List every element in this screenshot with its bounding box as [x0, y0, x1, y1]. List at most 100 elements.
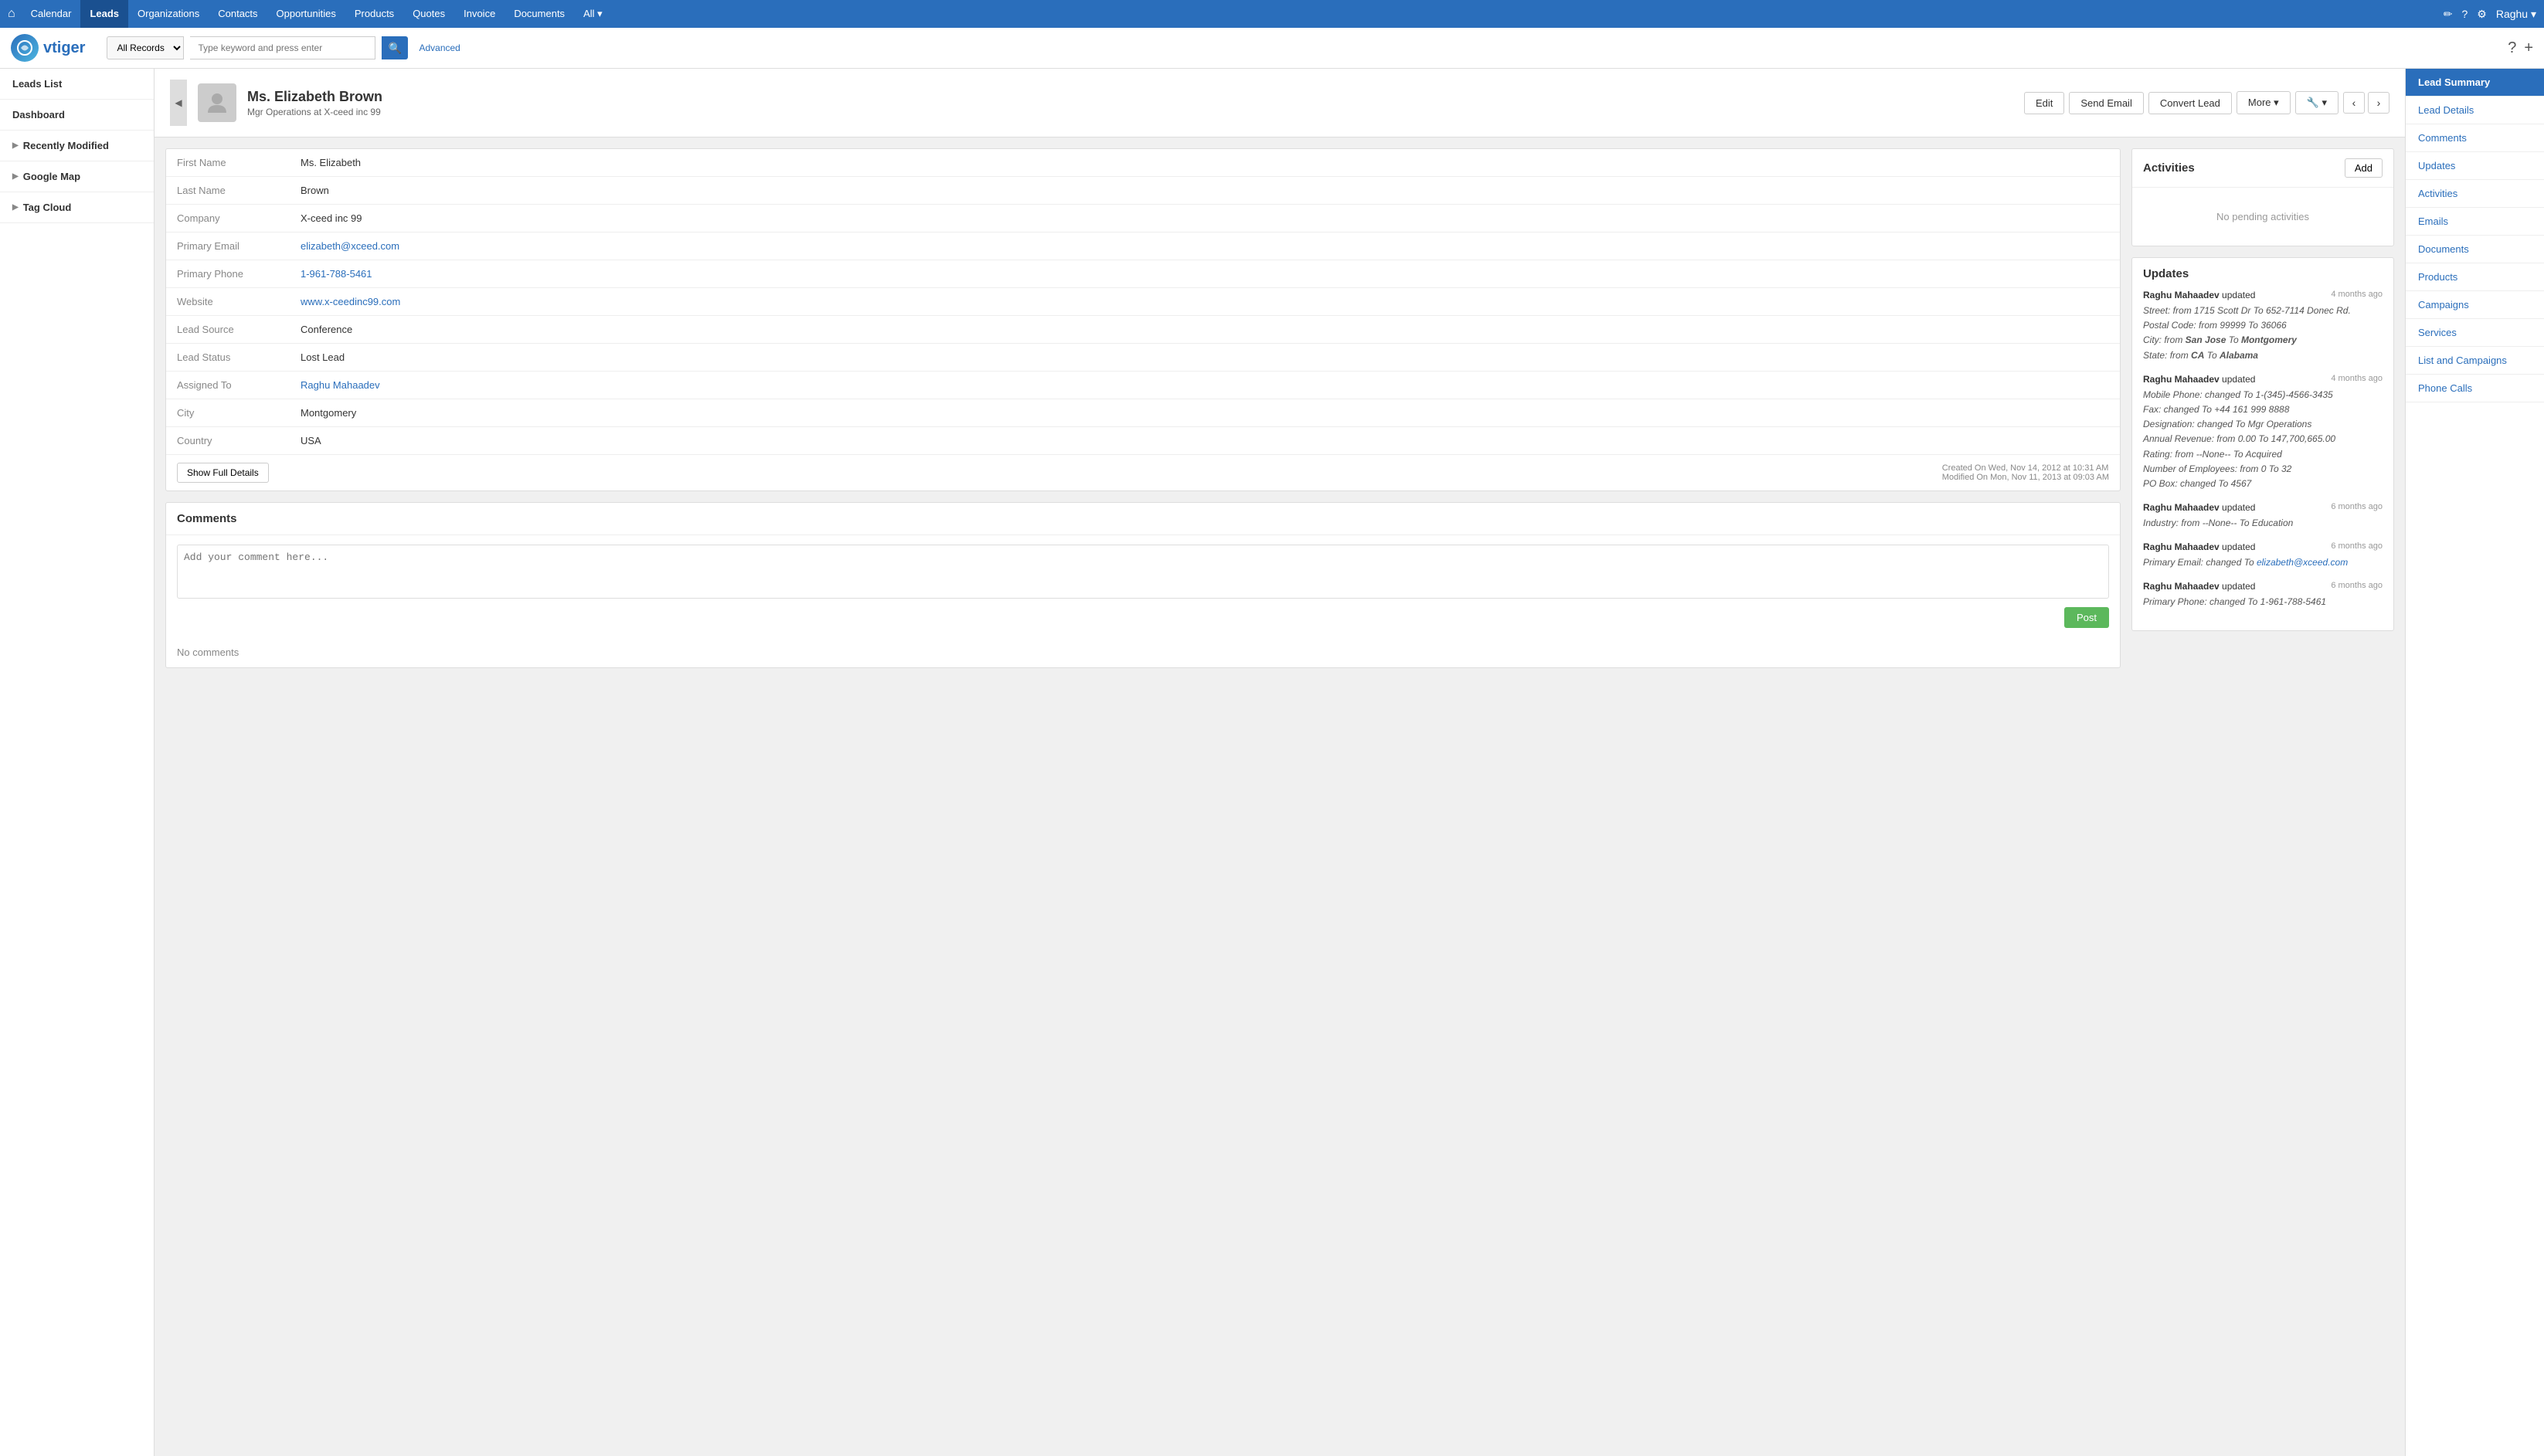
help-icon[interactable]: ? [2461, 8, 2468, 20]
field-label: Lead Status [166, 344, 290, 372]
lead-avatar [198, 83, 236, 122]
nav-item-contacts[interactable]: Contacts [209, 0, 267, 28]
update-action: updated [2222, 502, 2255, 513]
nav-item-calendar[interactable]: Calendar [22, 0, 81, 28]
nav-item-quotes[interactable]: Quotes [403, 0, 454, 28]
tools-button[interactable]: 🔧 ▾ [2295, 91, 2339, 114]
field-label: Last Name [166, 177, 290, 205]
add-activity-button[interactable]: Add [2345, 158, 2383, 178]
update-header: Raghu Mahaadev updated 4 months ago [2143, 290, 2383, 300]
user-menu[interactable]: Raghu ▾ [2496, 8, 2536, 21]
next-arrow[interactable]: › [2368, 92, 2389, 114]
field-label: Country [166, 427, 290, 455]
sidebar-item-tag-cloud[interactable]: ▶ Tag Cloud [0, 192, 154, 223]
update-detail: Primary Phone: changed To 1-961-788-5461 [2143, 595, 2383, 609]
sidebar-item-dashboard[interactable]: Dashboard [0, 100, 154, 131]
update-header: Raghu Mahaadev updated 6 months ago [2143, 581, 2383, 592]
nav-item-invoice[interactable]: Invoice [454, 0, 504, 28]
records-dropdown[interactable]: All Records [107, 36, 184, 59]
assigned-link[interactable]: Raghu Mahaadev [301, 379, 380, 391]
table-row: Company X-ceed inc 99 [166, 205, 2120, 232]
right-sidebar-item-emails[interactable]: Emails [2406, 208, 2544, 236]
no-activities-text: No pending activities [2132, 187, 2393, 246]
table-row: Lead Source Conference [166, 316, 2120, 344]
send-email-button[interactable]: Send Email [2069, 92, 2143, 114]
update-group-1: Raghu Mahaadev updated 4 months ago Stre… [2143, 290, 2383, 363]
logo: vtiger [11, 34, 85, 62]
update-detail: Mobile Phone: changed To 1-(345)-4566-34… [2143, 388, 2383, 491]
activities-header: Activities Add [2132, 149, 2393, 187]
update-detail: Street: from 1715 Scott Dr To 652-7114 D… [2143, 304, 2383, 363]
website-link[interactable]: www.x-ceedinc99.com [301, 296, 400, 307]
table-row: City Montgomery [166, 399, 2120, 427]
right-sidebar-item-comments[interactable]: Comments [2406, 124, 2544, 152]
modified-on: Modified On Mon, Nov 11, 2013 at 09:03 A… [1942, 473, 2109, 482]
show-full-details-button[interactable]: Show Full Details [177, 463, 269, 483]
convert-lead-button[interactable]: Convert Lead [2148, 92, 2232, 114]
phone-link[interactable]: 1-961-788-5461 [301, 268, 372, 280]
pencil-icon[interactable]: ✏ [2444, 8, 2453, 21]
more-button[interactable]: More ▾ [2237, 91, 2291, 114]
settings-icon[interactable]: ⚙ [2477, 8, 2487, 21]
nav-item-all[interactable]: All ▾ [574, 0, 612, 28]
update-time: 6 months ago [2331, 502, 2383, 513]
tag-cloud-label: Tag Cloud [23, 202, 72, 213]
right-sidebar-item-documents[interactable]: Documents [2406, 236, 2544, 263]
question-icon[interactable]: ? [2508, 39, 2516, 57]
right-sidebar-item-campaigns[interactable]: Campaigns [2406, 291, 2544, 319]
search-input[interactable] [190, 36, 375, 59]
arrow-icon: ▶ [12, 172, 19, 181]
search-button[interactable]: 🔍 [382, 36, 408, 59]
table-row: Country USA [166, 427, 2120, 455]
comment-area: Post [166, 535, 2120, 637]
nav-item-leads[interactable]: Leads [80, 0, 128, 28]
right-sidebar-item-lead-summary[interactable]: Lead Summary [2406, 69, 2544, 97]
right-sidebar-item-list-and-campaigns[interactable]: List and Campaigns [2406, 347, 2544, 375]
field-value-email[interactable]: elizabeth@xceed.com [290, 232, 2120, 260]
field-label: Assigned To [166, 372, 290, 399]
email-link[interactable]: elizabeth@xceed.com [301, 240, 399, 252]
field-value: Conference [290, 316, 2120, 344]
right-sidebar-item-activities[interactable]: Activities [2406, 180, 2544, 208]
right-sidebar: Lead Summary Lead Details Comments Updat… [2405, 69, 2544, 1456]
update-header: Raghu Mahaadev updated 6 months ago [2143, 502, 2383, 513]
nav-item-products[interactable]: Products [345, 0, 403, 28]
plus-icon[interactable]: + [2524, 39, 2533, 57]
details-table: First Name Ms. Elizabeth Last Name Brown… [166, 149, 2120, 454]
advanced-search-link[interactable]: Advanced [419, 42, 460, 53]
right-panel: Activities Add No pending activities Upd… [2131, 148, 2394, 668]
field-value-phone[interactable]: 1-961-788-5461 [290, 260, 2120, 288]
prev-arrow[interactable]: ‹ [2343, 92, 2365, 114]
sidebar-item-google-map[interactable]: ▶ Google Map [0, 161, 154, 192]
no-comments-text: No comments [166, 637, 2120, 667]
collapse-sidebar-button[interactable]: ◀ [170, 80, 187, 126]
leads-list-label: Leads List [12, 78, 62, 90]
updates-section: Updates Raghu Mahaadev updated 4 months … [2132, 258, 2393, 630]
right-sidebar-item-phone-calls[interactable]: Phone Calls [2406, 375, 2544, 402]
comment-textarea[interactable] [177, 545, 2109, 599]
nav-item-documents[interactable]: Documents [504, 0, 574, 28]
field-value-assigned[interactable]: Raghu Mahaadev [290, 372, 2120, 399]
right-sidebar-item-updates[interactable]: Updates [2406, 152, 2544, 180]
update-email-link[interactable]: elizabeth@xceed.com [2257, 557, 2348, 568]
right-sidebar-item-products[interactable]: Products [2406, 263, 2544, 291]
sidebar-item-leads-list[interactable]: Leads List [0, 69, 154, 100]
header-right-icons: ? + [2508, 39, 2533, 57]
right-sidebar-item-lead-details[interactable]: Lead Details [2406, 97, 2544, 124]
update-user: Raghu Mahaadev [2143, 374, 2220, 385]
edit-button[interactable]: Edit [2024, 92, 2064, 114]
update-header: Raghu Mahaadev updated 6 months ago [2143, 541, 2383, 552]
sidebar-item-recently-modified[interactable]: ▶ Recently Modified [0, 131, 154, 161]
table-row: Primary Phone 1-961-788-5461 [166, 260, 2120, 288]
home-icon[interactable]: ⌂ [8, 7, 15, 21]
nav-item-opportunities[interactable]: Opportunities [267, 0, 345, 28]
left-sidebar: Leads List Dashboard ▶ Recently Modified… [0, 69, 155, 1456]
field-value-website[interactable]: www.x-ceedinc99.com [290, 288, 2120, 316]
right-sidebar-item-services[interactable]: Services [2406, 319, 2544, 347]
table-row: Primary Email elizabeth@xceed.com [166, 232, 2120, 260]
field-label: Website [166, 288, 290, 316]
update-action: updated [2222, 374, 2255, 385]
nav-item-organizations[interactable]: Organizations [128, 0, 209, 28]
lead-details-card: First Name Ms. Elizabeth Last Name Brown… [165, 148, 2121, 491]
post-button[interactable]: Post [2064, 607, 2109, 628]
